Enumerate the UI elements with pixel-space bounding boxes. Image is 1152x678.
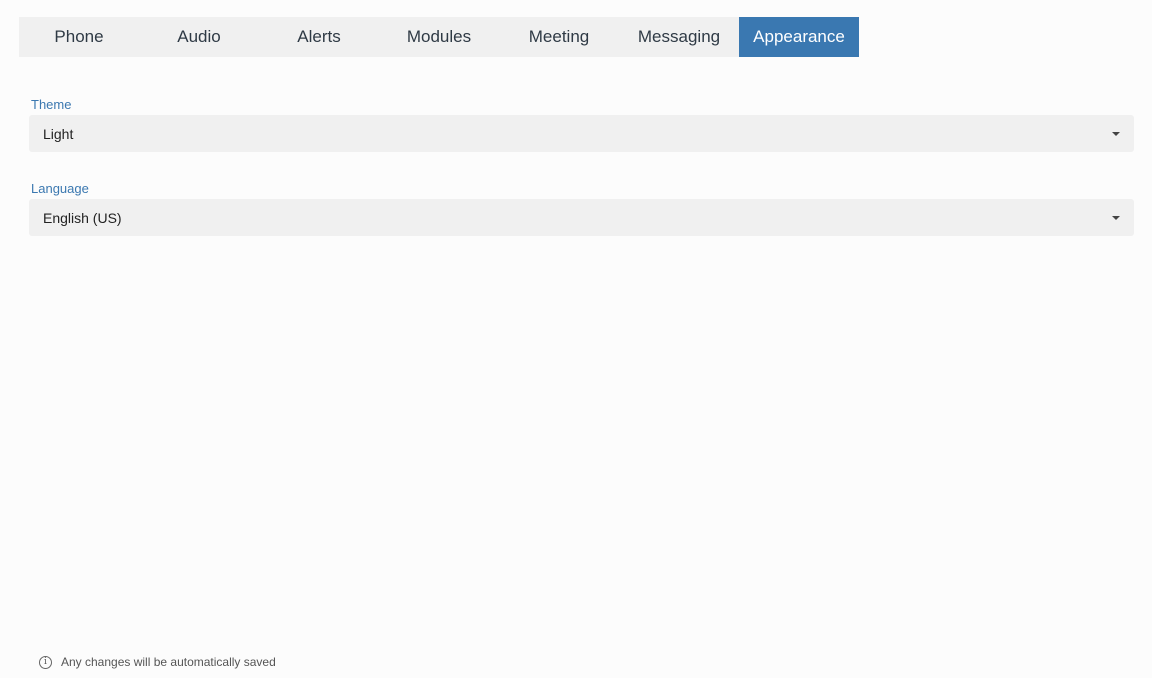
theme-select[interactable]: Light (29, 115, 1134, 152)
tab-meeting[interactable]: Meeting (499, 17, 619, 57)
tab-appearance[interactable]: Appearance (739, 17, 859, 57)
theme-label: Theme (29, 96, 1134, 114)
settings-tab-bar: Phone Audio Alerts Modules Meeting Messa… (19, 17, 859, 57)
autosave-text: Any changes will be automatically saved (61, 655, 276, 669)
language-field: Language English (US) (29, 180, 1134, 236)
tab-messaging[interactable]: Messaging (619, 17, 739, 57)
theme-selected-value: Light (43, 126, 73, 142)
tab-modules[interactable]: Modules (379, 17, 499, 57)
theme-field: Theme Light (29, 96, 1134, 152)
tab-audio[interactable]: Audio (139, 17, 259, 57)
language-label: Language (29, 180, 1134, 198)
autosave-notice: i Any changes will be automatically save… (39, 655, 276, 669)
chevron-down-icon (1112, 132, 1120, 136)
language-selected-value: English (US) (43, 210, 122, 226)
chevron-down-icon (1112, 216, 1120, 220)
tab-phone[interactable]: Phone (19, 17, 139, 57)
info-icon: i (39, 656, 52, 669)
tab-alerts[interactable]: Alerts (259, 17, 379, 57)
language-select[interactable]: English (US) (29, 199, 1134, 236)
